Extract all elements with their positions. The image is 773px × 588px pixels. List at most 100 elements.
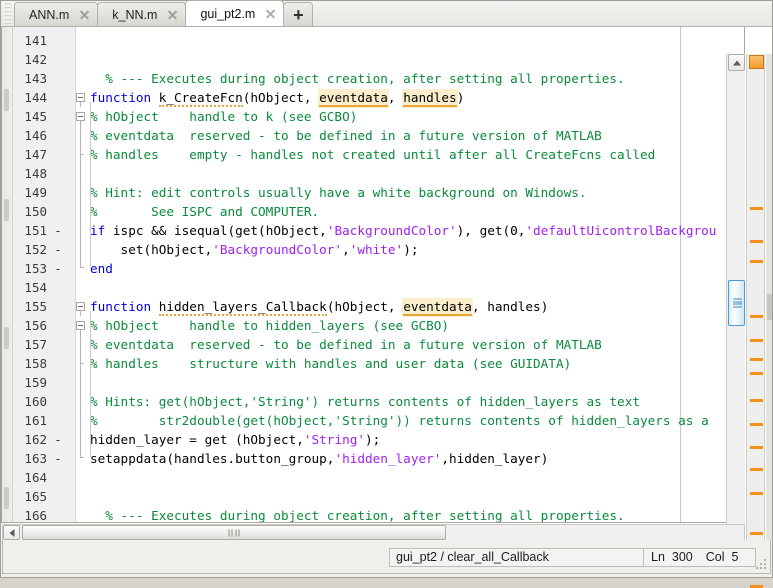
code-line: function k_CreateFcn(hObject, eventdata,… <box>90 88 464 107</box>
code-analyzer-marker[interactable] <box>750 492 763 495</box>
code-token: % handles structure with handles and use… <box>90 356 572 371</box>
code-token: hidden_layer = get (hObject, <box>90 432 304 447</box>
code-token: setappdata(handles.button_group, <box>90 451 335 466</box>
fold-toggle-icon[interactable] <box>76 321 85 330</box>
executable-line-marker: - <box>54 223 62 238</box>
code-token: eventdata <box>319 90 388 107</box>
code-line: end <box>90 259 113 278</box>
executable-line-marker: - <box>54 432 62 447</box>
tab-k_NN-m[interactable]: k_NN.m <box>97 2 187 26</box>
code-analyzer-marker[interactable] <box>750 468 763 471</box>
vertical-scrollbar[interactable] <box>726 54 745 549</box>
code-fold-column[interactable] <box>76 27 90 522</box>
close-icon[interactable] <box>166 8 179 21</box>
code-token: % Hints: get(hObject,'String') returns c… <box>90 394 640 409</box>
code-analyzer-marker[interactable] <box>750 358 763 361</box>
status-col-label: Col <box>705 550 725 564</box>
code-line: % eventdata reserved - to be defined in … <box>90 126 602 145</box>
code-token: (hObject, <box>326 299 404 314</box>
code-token: handles <box>403 90 457 107</box>
code-line: % See ISPC and COMPUTER. <box>90 202 319 221</box>
fold-toggle-icon[interactable] <box>76 112 85 121</box>
fold-guide-line <box>80 121 81 267</box>
line-number: 142 <box>24 52 47 67</box>
code-analyzer-marker[interactable] <box>750 315 763 318</box>
code-token: ); <box>403 242 419 257</box>
editor-area: 141 142 143 144 145 146 147 148 149 150 151-152-15… <box>0 26 773 588</box>
code-analyzer-marker[interactable] <box>750 423 763 426</box>
code-line: set(hObject,'BackgroundColor','white'); <box>90 240 419 259</box>
code-token: if <box>90 223 106 238</box>
code-viewport[interactable]: 141 142 143 144 145 146 147 148 149 150 151-152-15… <box>1 27 745 523</box>
code-analyzer-marker[interactable] <box>750 339 763 342</box>
horizontal-scrollbar[interactable] <box>2 524 745 541</box>
horizontal-scrollbar-thumb[interactable] <box>22 525 446 540</box>
tab-gui_pt2-m[interactable]: gui_pt2.m <box>185 0 285 26</box>
matlab-editor-window: ANN.m k_NN.m gui_pt2.m + 141 142 143 144 145 146… <box>0 0 773 588</box>
status-line-label: Ln <box>651 550 665 564</box>
status-bar-inner: gui_pt2 / clear_all_Callback Ln 300 Col … <box>2 540 771 574</box>
line-number: 150 <box>24 204 47 219</box>
code-line: % hObject handle to hidden_layers (see G… <box>90 316 449 335</box>
code-line: % eventdata reserved - to be defined in … <box>90 335 602 354</box>
fold-toggle-icon[interactable] <box>76 302 85 311</box>
vertical-scrollbar-thumb[interactable] <box>728 280 745 326</box>
code-analyzer-marker[interactable] <box>750 399 763 402</box>
code-token: ) <box>456 90 465 105</box>
line-number: 143 <box>24 71 47 86</box>
tab-bar-drag-handle[interactable] <box>4 2 12 24</box>
close-icon[interactable] <box>78 8 91 21</box>
line-number: 153 <box>24 261 47 276</box>
scroll-up-arrow-icon[interactable] <box>728 54 745 71</box>
code-text[interactable]: % --- Executes during object creation, a… <box>90 27 744 522</box>
code-token: , <box>387 90 404 105</box>
code-analyzer-marker[interactable] <box>750 240 763 243</box>
indent-guide <box>90 311 91 457</box>
line-number: 147 <box>24 147 47 162</box>
code-analyzer-marker[interactable] <box>750 532 763 535</box>
code-analyzer-marker[interactable] <box>750 207 763 210</box>
tab-label: gui_pt2.m <box>200 6 256 21</box>
status-col-value: 5 <box>731 550 739 564</box>
line-number: 164 <box>24 470 47 485</box>
close-icon[interactable] <box>264 7 277 20</box>
code-line: % Hint: edit controls usually have a whi… <box>90 183 587 202</box>
code-line: % hObject handle to k (see GCBO) <box>90 107 357 126</box>
code-analyzer-status-icon[interactable] <box>749 55 764 69</box>
code-token: % eventdata reserved - to be defined in … <box>90 128 602 143</box>
code-token: ,hidden_layer) <box>441 451 549 466</box>
tab-ANN-m[interactable]: ANN.m <box>14 2 99 26</box>
fold-toggle-icon[interactable] <box>76 93 85 102</box>
line-number: 149 <box>24 185 47 200</box>
code-analyzer-marker[interactable] <box>750 372 763 375</box>
line-number: 152 <box>24 242 47 257</box>
window-resize-grip[interactable] <box>756 559 766 569</box>
fold-guide-line <box>80 102 81 107</box>
line-number-gutter: 141 142 143 144 145 146 147 148 149 150 151-152-15… <box>13 27 76 522</box>
line-number: 159 <box>24 375 47 390</box>
line-number: 146 <box>24 128 47 143</box>
code-token: eventdata <box>403 299 472 316</box>
code-token: % eventdata reserved - to be defined in … <box>90 337 602 352</box>
fold-guide-line <box>80 311 81 316</box>
code-token: k_CreateFcn <box>158 90 243 107</box>
code-analyzer-marker[interactable] <box>750 260 763 263</box>
code-token: hidden_layers_Callback <box>158 299 327 316</box>
status-function-path: gui_pt2 / clear_all_Callback <box>389 548 644 567</box>
tab-label: k_NN.m <box>112 7 158 22</box>
code-token: ), get(0, <box>456 223 526 238</box>
line-number: 151 <box>24 223 47 238</box>
editor-right-rail <box>766 54 773 549</box>
code-analyzer-marker-strip[interactable] <box>746 54 765 588</box>
code-analyzer-marker[interactable] <box>750 446 763 449</box>
code-token: 'white' <box>349 242 404 257</box>
tab-bar: ANN.m k_NN.m gui_pt2.m + <box>0 0 773 26</box>
fold-guide-end <box>80 255 84 268</box>
new-tab-button[interactable]: + <box>283 2 314 26</box>
scroll-left-arrow-icon[interactable] <box>3 525 20 540</box>
fold-guide-tick <box>80 154 84 155</box>
code-token: end <box>90 261 113 276</box>
line-number: 145 <box>24 109 47 124</box>
